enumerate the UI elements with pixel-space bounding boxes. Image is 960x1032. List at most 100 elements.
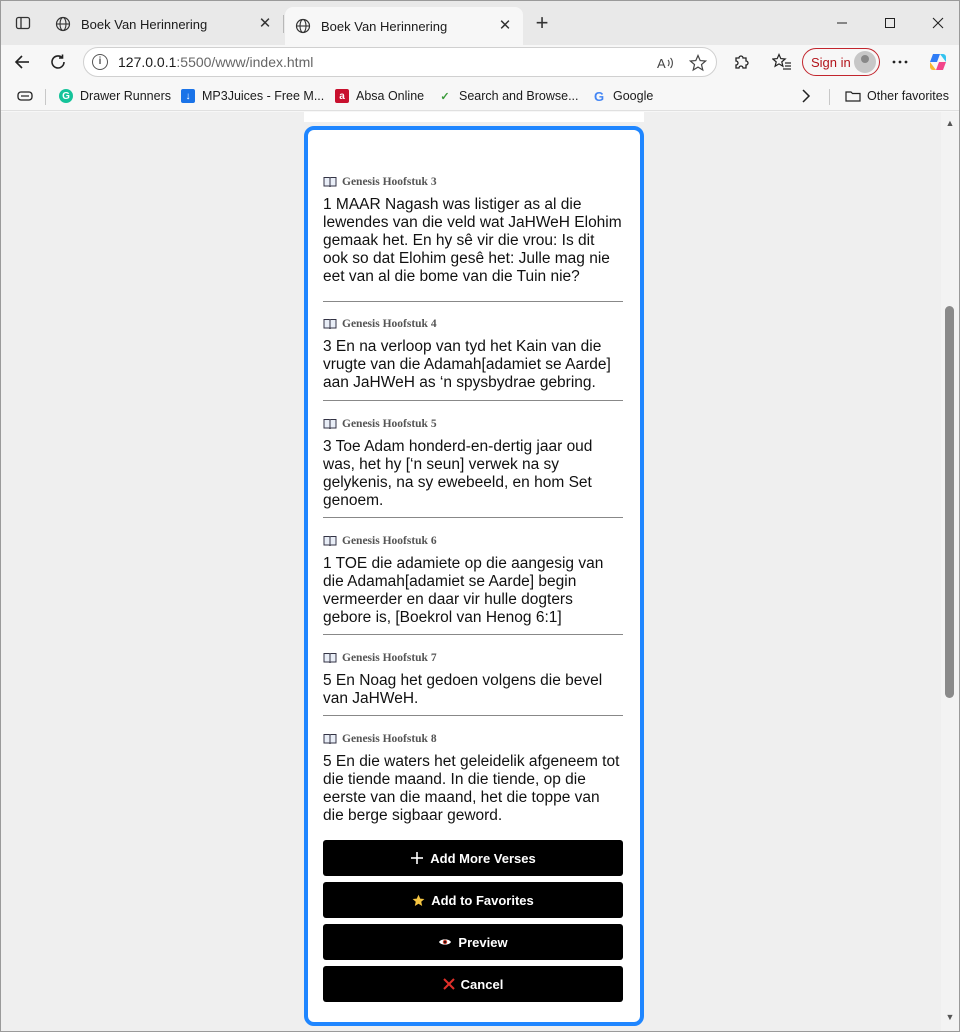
book-icon	[323, 419, 337, 430]
verse-divider	[323, 517, 623, 518]
avatar-icon	[854, 51, 876, 73]
download-icon: ↓	[181, 89, 195, 103]
minimize-button[interactable]	[827, 9, 857, 37]
verse-divider	[323, 634, 623, 635]
verse-item: Genesis Hoofstuk 4 3 En na verloop van t…	[323, 316, 623, 392]
favorite-star-icon[interactable]	[688, 53, 708, 73]
refresh-button[interactable]	[43, 47, 73, 77]
verse-item: Genesis Hoofstuk 3 1 MAAR Nagash was lis…	[323, 174, 623, 286]
favorites-list-icon	[772, 53, 791, 70]
x-icon	[442, 978, 455, 990]
book-icon	[323, 734, 337, 745]
verse-text: 5 En die waters het geleidelik afgeneem …	[323, 753, 620, 824]
verse-heading-text: Genesis Hoofstuk 7	[342, 652, 437, 664]
tab-active[interactable]: Boek Van Herinnering ✕	[285, 7, 523, 45]
book-icon	[323, 177, 337, 188]
sign-in-label: Sign in	[811, 54, 851, 70]
tab-strip: Boek Van Herinnering ✕ Boek Van Herinner…	[1, 1, 959, 45]
verse-heading: Genesis Hoofstuk 4	[323, 316, 623, 332]
verse-heading-text: Genesis Hoofstuk 4	[342, 318, 437, 330]
site-logo-icon: ✓	[440, 90, 450, 103]
tab-inactive[interactable]: Boek Van Herinnering ✕	[45, 7, 283, 41]
scroll-down-arrow-icon[interactable]: ▼	[945, 1012, 955, 1022]
verse-text: 3 Toe Adam honderd-en-dertig jaar oud wa…	[323, 438, 593, 509]
add-more-label: Add More Verses	[430, 850, 536, 866]
folder-icon	[845, 91, 861, 102]
minimize-icon	[837, 22, 847, 24]
favorites-overflow-button[interactable]	[801, 86, 811, 106]
puzzle-icon	[735, 55, 749, 69]
scroll-up-arrow-icon[interactable]: ▲	[945, 118, 955, 128]
verse-heading: Genesis Hoofstuk 7	[323, 650, 623, 666]
verse-text: 1 TOE die adamiete op die aangesig van d…	[323, 555, 604, 626]
fav-item-search-browse[interactable]: ✓ Search and Browse...	[438, 86, 579, 106]
cancel-button[interactable]: Cancel	[323, 966, 623, 1002]
eye-icon	[439, 939, 452, 945]
favorites-button[interactable]	[767, 47, 797, 77]
site-info-icon[interactable]: i	[92, 54, 108, 70]
verse-item: Genesis Hoofstuk 5 3 Toe Adam honderd-en…	[323, 416, 623, 510]
globe-icon	[295, 18, 311, 34]
favbar-divider	[45, 89, 46, 105]
add-to-favorites-button[interactable]: Add to Favorites	[323, 882, 623, 918]
address-toolbar: i 127.0.0.1:5500/www/index.html A Sign i…	[1, 45, 959, 79]
verse-text: 1 MAAR Nagash was listiger as al die lew…	[323, 196, 622, 285]
tab-close-icon[interactable]: ✕	[257, 16, 273, 32]
verse-divider	[323, 301, 623, 302]
new-tab-button[interactable]: +	[529, 11, 555, 37]
fav-label: MP3Juices - Free M...	[202, 89, 325, 103]
settings-more-button[interactable]	[885, 47, 915, 77]
verse-divider	[323, 715, 623, 716]
verse-heading-text: Genesis Hoofstuk 8	[342, 733, 437, 745]
verse-divider	[323, 400, 623, 401]
sign-in-button[interactable]: Sign in	[802, 48, 880, 76]
address-bar[interactable]: i 127.0.0.1:5500/www/index.html A	[83, 47, 717, 77]
back-arrow-icon	[14, 55, 29, 69]
verse-heading: Genesis Hoofstuk 3	[323, 174, 623, 190]
browser-window: Boek Van Herinnering ✕ Boek Van Herinner…	[0, 0, 960, 1032]
maximize-button[interactable]	[875, 9, 905, 37]
read-aloud-icon[interactable]: A	[656, 53, 676, 73]
verse-card: Genesis Hoofstuk 3 1 MAAR Nagash was lis…	[304, 126, 644, 1026]
other-favorites-label: Other favorites	[867, 89, 949, 103]
scroll-thumb[interactable]	[945, 306, 954, 698]
book-icon	[323, 536, 337, 547]
fav-item-google[interactable]: G Google	[592, 86, 653, 106]
fav-item-absa[interactable]: a Absa Online	[335, 86, 424, 106]
close-window-button[interactable]	[923, 9, 953, 37]
fav-item-drawer-runners[interactable]: G Drawer Runners	[59, 86, 171, 106]
fav-label: Google	[613, 89, 654, 103]
add-to-favorites-label: Add to Favorites	[431, 892, 534, 908]
fav-label: Absa Online	[356, 89, 425, 103]
close-icon	[932, 17, 944, 29]
immersive-reader-icon	[17, 91, 33, 101]
tab-close-icon[interactable]: ✕	[497, 18, 513, 34]
fav-item-mp3juices[interactable]: ↓ MP3Juices - Free M...	[181, 86, 324, 106]
extensions-button[interactable]	[726, 47, 756, 77]
book-icon	[323, 319, 337, 330]
verse-item: Genesis Hoofstuk 8 5 En die waters het g…	[323, 731, 623, 825]
copilot-button[interactable]	[923, 47, 953, 77]
globe-icon	[55, 16, 71, 32]
verse-text: 3 En na verloop van tyd het Kain van die…	[323, 338, 611, 391]
svg-text:A: A	[657, 56, 666, 70]
vertical-scrollbar[interactable]: ▲ ▼	[941, 112, 959, 1031]
tab-separator	[283, 15, 284, 33]
page-viewport: Genesis Hoofstuk 3 1 MAAR Nagash was lis…	[1, 112, 941, 1031]
preview-button[interactable]: Preview	[323, 924, 623, 960]
card-top-strip	[304, 112, 644, 122]
verse-text: 5 En Noag het gedoen volgens die bevel v…	[323, 672, 603, 707]
tab-actions-button[interactable]	[9, 9, 37, 37]
more-dots-icon	[892, 60, 908, 64]
fav-label: Drawer Runners	[80, 89, 172, 103]
verse-heading: Genesis Hoofstuk 8	[323, 731, 623, 747]
back-button[interactable]	[7, 47, 37, 77]
fav-label: Search and Browse...	[459, 89, 579, 103]
chevron-right-icon	[802, 89, 811, 103]
copilot-icon	[930, 54, 946, 70]
url-path: :5500/www/index.html	[176, 54, 314, 70]
verse-heading: Genesis Hoofstuk 5	[323, 416, 623, 432]
other-favorites-folder[interactable]: Other favorites	[845, 86, 949, 106]
reading-mode-button[interactable]	[17, 86, 33, 106]
add-more-verses-button[interactable]: Add More Verses	[323, 840, 623, 876]
